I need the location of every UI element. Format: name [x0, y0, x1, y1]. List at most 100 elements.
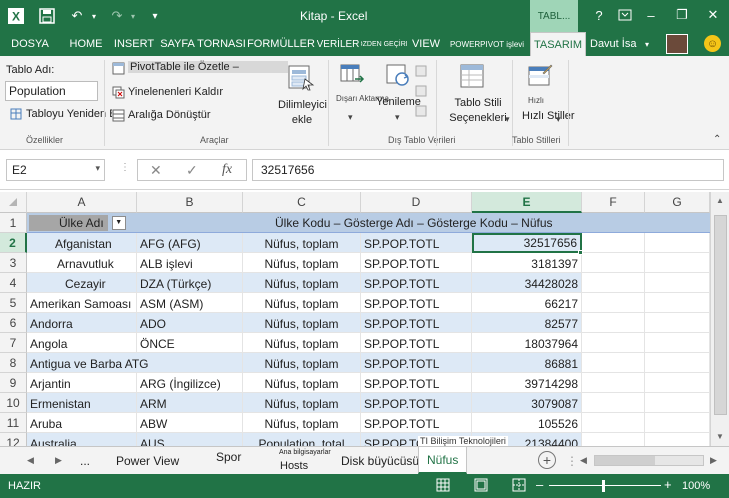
cell-b-row[interactable]: AUS [137, 433, 243, 446]
zoom-slider[interactable] [549, 485, 661, 486]
column-header-b[interactable]: B [137, 192, 243, 213]
cell-c-row[interactable]: Nüfus, toplam [243, 273, 361, 293]
cell-e-row[interactable]: 32517656 [472, 233, 582, 253]
scroll-down-icon[interactable]: ▼ [716, 432, 724, 441]
tab-powerpivot[interactable]: POWERPIVOT işlevi [446, 32, 528, 56]
redo-dropdown-icon[interactable]: ▾ [127, 6, 139, 26]
undo-icon[interactable]: ↶ [66, 6, 88, 26]
cell-c-row[interactable]: Nüfus, toplam [243, 293, 361, 313]
empty-cell[interactable] [582, 353, 645, 373]
row-header[interactable]: 1 [0, 213, 27, 233]
cell-d-row[interactable]: SP.POP.TOTL [361, 273, 472, 293]
cell-e-row[interactable]: 18037964 [472, 333, 582, 353]
tab-insert[interactable]: INSERT [112, 32, 156, 56]
normal-view-icon[interactable] [436, 478, 450, 495]
empty-cell[interactable] [645, 233, 710, 253]
table-name-input[interactable]: Population [5, 81, 98, 101]
cell-e-row[interactable]: 39714298 [472, 373, 582, 393]
customize-toolbar-icon[interactable]: ▾ [148, 6, 162, 26]
empty-cell[interactable] [645, 293, 710, 313]
quick-styles-dropdown-icon[interactable]: ▾ [556, 114, 561, 125]
empty-cell[interactable] [645, 433, 710, 446]
spreadsheet-grid[interactable]: A B C D E F G 1 Ülke Adı ▼ Ülke Kodu – G… [0, 192, 710, 446]
export-dropdown-icon[interactable]: ▾ [348, 112, 353, 123]
row-header[interactable]: 7 [0, 333, 27, 353]
cell-c-row[interactable]: Nüfus, toplam [243, 253, 361, 273]
cell-c-row[interactable]: Nüfus, toplam [243, 313, 361, 333]
summarize-pivottable-button[interactable]: PivotTable ile Özetle – [128, 61, 288, 73]
redo-icon[interactable]: ↷ [107, 6, 127, 26]
cell-d-row[interactable]: SP.POP.TOTL [361, 253, 472, 273]
cell-a-row[interactable]: Aruba [27, 413, 137, 433]
empty-cell[interactable] [582, 313, 645, 333]
user-dropdown-icon[interactable]: ▾ [645, 32, 649, 56]
cell-d-row[interactable]: SP.POP.TOTL [361, 353, 472, 373]
collapse-ribbon-icon[interactable]: ⌃ [713, 134, 721, 145]
ribbon-display-icon[interactable] [614, 5, 636, 25]
column-header-c[interactable]: C [243, 192, 361, 213]
refresh-dropdown-icon[interactable]: ▾ [395, 112, 400, 123]
cell-e-row[interactable]: 86881 [472, 353, 582, 373]
cell-a-row[interactable]: Amerikan Samoası [27, 293, 137, 313]
cell-e-row[interactable]: 66217 [472, 293, 582, 313]
hscroll-right-icon[interactable]: ▶ [710, 447, 717, 474]
empty-cell[interactable] [582, 273, 645, 293]
empty-cell[interactable] [645, 413, 710, 433]
minimize-button[interactable]: – [640, 5, 662, 25]
tab-home[interactable]: HOME [64, 32, 108, 56]
sheet-tab-power-view[interactable]: Power View [116, 447, 179, 474]
convert-to-range-button[interactable]: Aralığa Dönüştür [128, 109, 211, 121]
resize-table-button[interactable]: Tabloyu Yeniden Bo... [26, 108, 112, 120]
empty-cell[interactable] [582, 293, 645, 313]
user-name[interactable]: Davut İsa [590, 32, 636, 56]
empty-cell[interactable] [582, 393, 645, 413]
filter-dropdown-icon[interactable]: ▼ [111, 215, 126, 230]
insert-function-icon[interactable]: fx [222, 162, 232, 178]
row-header[interactable]: 11 [0, 413, 27, 433]
cell-b-row[interactable]: ABW [137, 413, 243, 433]
empty-cell[interactable] [582, 433, 645, 446]
formula-input[interactable]: 32517656 [252, 159, 724, 181]
cell-c-row[interactable]: Nüfus, toplam [243, 333, 361, 353]
cell-d-row[interactable]: SP.POP.TOTL [361, 373, 472, 393]
tab-file[interactable]: DOSYA [0, 32, 60, 56]
column-header-g[interactable]: G [645, 192, 710, 213]
row-header[interactable]: 9 [0, 373, 27, 393]
name-box-dropdown-icon[interactable]: ▾ [95, 163, 100, 174]
row-header[interactable]: 6 [0, 313, 27, 333]
scroll-thumb[interactable] [714, 215, 727, 415]
cell-d-row[interactable]: SP.POP.TOTL [361, 293, 472, 313]
cell-d-row[interactable]: SP.POP.TOTL [361, 313, 472, 333]
tab-review[interactable]: GÖZDEN GEÇİRME [361, 32, 407, 56]
cell-a-row[interactable]: Ermenistan [27, 393, 137, 413]
row-header[interactable]: 3 [0, 253, 27, 273]
zoom-slider-thumb[interactable] [602, 480, 605, 492]
cell-a-row[interactable]: Andorra [27, 313, 137, 333]
sheet-tab-disk-wizard[interactable]: Disk büyücüsü [341, 447, 419, 474]
page-layout-view-icon[interactable] [474, 478, 488, 495]
cell-a-row[interactable]: Australia [27, 433, 137, 446]
cell-b-row[interactable]: ADO [137, 313, 243, 333]
remove-duplicates-button[interactable]: Yinelenenleri Kaldır [128, 86, 223, 98]
empty-cell[interactable] [645, 273, 710, 293]
cell-d-row[interactable]: SP.POP.TOTL [361, 413, 472, 433]
hscroll-left-icon[interactable]: ◀ [580, 447, 587, 474]
enter-icon[interactable]: ✓ [186, 162, 198, 179]
hscroll-thumb[interactable] [595, 456, 655, 465]
empty-cell[interactable] [645, 393, 710, 413]
column-header-a[interactable]: A [27, 192, 137, 213]
empty-cell[interactable] [645, 313, 710, 333]
cell-e-row[interactable]: 34428028 [472, 273, 582, 293]
row-header[interactable]: 10 [0, 393, 27, 413]
row-header[interactable]: 2 [0, 233, 27, 253]
sheet-tab-hosts[interactable]: Hosts [280, 447, 308, 474]
tab-formulas[interactable]: FORMÜLLER [247, 32, 315, 56]
empty-cell[interactable] [582, 333, 645, 353]
empty-cell[interactable] [645, 353, 710, 373]
zoom-in-button[interactable]: + [664, 477, 672, 492]
empty-cell[interactable] [582, 413, 645, 433]
cell-c-row[interactable]: Nüfus, toplam [243, 413, 361, 433]
tab-page-layout[interactable]: SAYFA TORNASI [160, 32, 246, 56]
cell-b-row[interactable]: ARM [137, 393, 243, 413]
page-break-view-icon[interactable] [512, 478, 526, 495]
